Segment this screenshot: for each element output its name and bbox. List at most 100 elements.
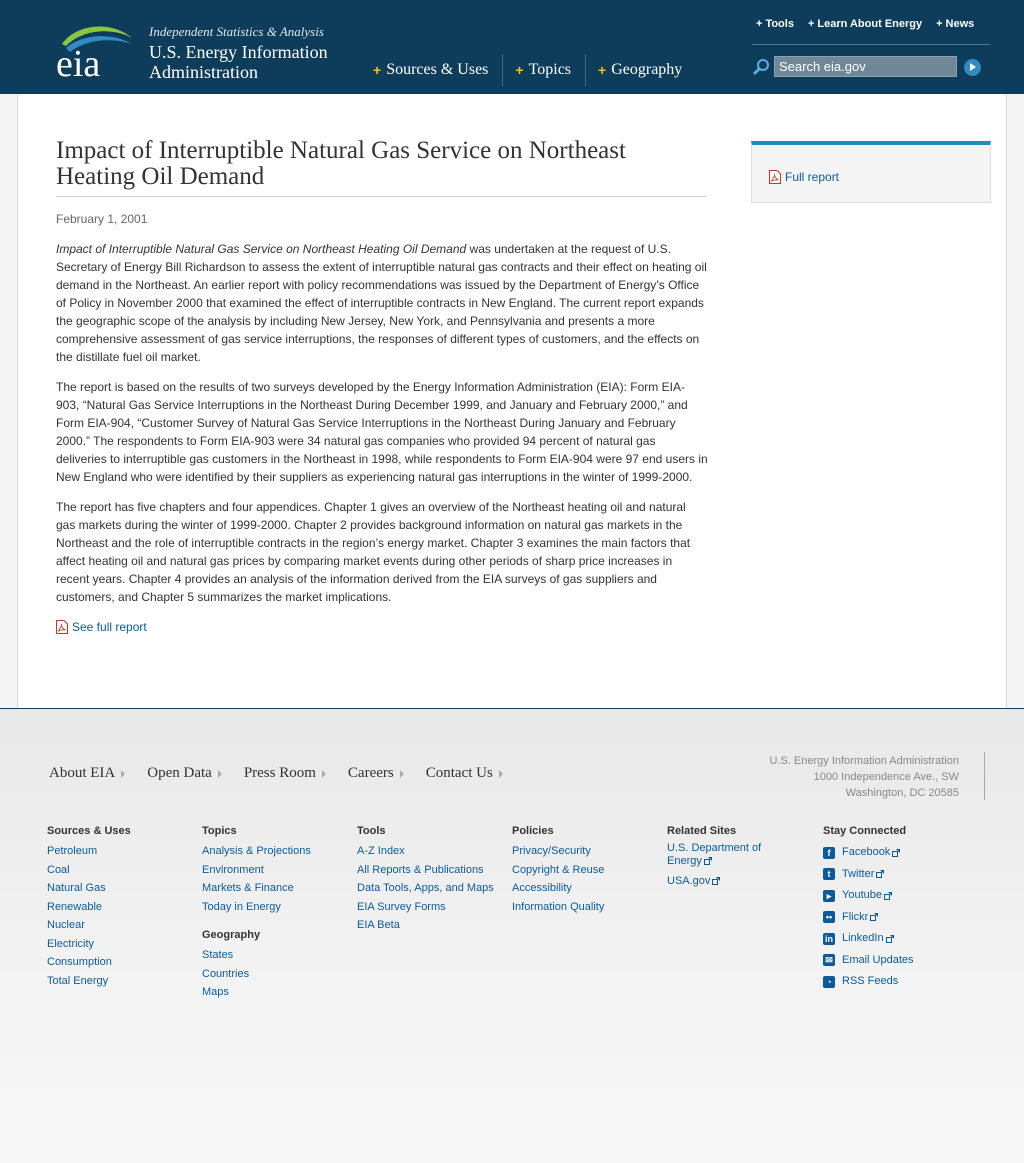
- footer-nav-about[interactable]: About EIA: [49, 765, 126, 782]
- footer-link-survey-forms[interactable]: EIA Survey Forms: [357, 898, 507, 917]
- report-title-italic: Impact of Interruptible Natural Gas Serv…: [56, 242, 467, 256]
- footer-link-copyright[interactable]: Copyright & Reuse: [512, 861, 662, 880]
- linkedin-icon: in: [823, 932, 835, 945]
- nav-topics[interactable]: + Topics: [503, 54, 587, 86]
- plus-icon: +: [373, 62, 382, 78]
- footer-link-flickr[interactable]: •• Flickr: [823, 907, 973, 929]
- plus-icon: +: [598, 62, 607, 78]
- site-footer: About EIA Open Data Press Room Careers C…: [0, 709, 1024, 1163]
- site-title[interactable]: Independent Statistics & Analysis U.S. E…: [149, 24, 328, 82]
- footer-link-accessibility[interactable]: Accessibility: [512, 879, 662, 898]
- full-report-link[interactable]: Full report: [769, 170, 839, 184]
- footer-link-doe[interactable]: U.S. Department of Energy: [667, 842, 787, 868]
- footer-link-petroleum[interactable]: Petroleum: [47, 842, 197, 861]
- external-link-icon: [892, 848, 901, 857]
- util-tools[interactable]: + Tools: [756, 18, 794, 30]
- pdf-icon: [769, 170, 781, 184]
- footer-nav-contact[interactable]: Contact Us: [426, 765, 503, 782]
- footer-col-heading: Stay Connected: [823, 825, 907, 837]
- footer-link-rss[interactable]: ◔ RSS Feeds: [823, 971, 973, 993]
- footer-col-heading: Topics: [202, 825, 237, 837]
- see-full-report-link[interactable]: See full report: [56, 618, 708, 636]
- footer-link-states[interactable]: States: [202, 946, 352, 965]
- nav-geography[interactable]: + Geography: [586, 54, 696, 86]
- footer-link-eia-beta[interactable]: EIA Beta: [357, 916, 507, 935]
- footer-col-sources: Sources & Uses Petroleum Coal Natural Ga…: [47, 824, 197, 990]
- utility-nav: + Tools + Learn About Energy + News: [756, 18, 974, 30]
- footer-col-heading: Related Sites: [667, 825, 737, 837]
- footer-nav-open-data[interactable]: Open Data: [147, 765, 222, 782]
- footer-col-tools: Tools A-Z Index All Reports & Publicatio…: [357, 824, 507, 935]
- main-nav: + Sources & Uses + Topics + Geography: [361, 54, 696, 86]
- external-link-icon: [883, 891, 892, 900]
- org-name-line1: U.S. Energy Information: [149, 42, 328, 62]
- arrow-right-icon: [321, 769, 326, 778]
- footer-link-renewable[interactable]: Renewable: [47, 898, 197, 917]
- footer-link-az-index[interactable]: A-Z Index: [357, 842, 507, 861]
- paragraph-chapters: The report has five chapters and four ap…: [56, 500, 691, 604]
- footer-link-environment[interactable]: Environment: [202, 861, 352, 880]
- footer-link-all-reports[interactable]: All Reports & Publications: [357, 861, 507, 880]
- search-input[interactable]: [774, 56, 957, 77]
- title-divider: [56, 196, 706, 197]
- footer-link-coal[interactable]: Coal: [47, 861, 197, 880]
- footer-col-heading: Tools: [357, 825, 386, 837]
- facebook-icon: f: [823, 846, 835, 859]
- footer-link-columns: Sources & Uses Petroleum Coal Natural Ga…: [47, 824, 977, 1024]
- footer-link-youtube[interactable]: ▸ Youtube: [823, 885, 973, 907]
- search-icon: [752, 59, 769, 76]
- footer-link-privacy[interactable]: Privacy/Security: [512, 842, 662, 861]
- content-panel: Impact of Interruptible Natural Gas Serv…: [17, 94, 1007, 708]
- footer-col-policies: Policies Privacy/Security Copyright & Re…: [512, 824, 662, 916]
- footer-link-electricity[interactable]: Electricity: [47, 935, 197, 954]
- svg-text:eia: eia: [56, 43, 100, 80]
- external-link-icon: [712, 877, 721, 886]
- footer-link-today-in-energy[interactable]: Today in Energy: [202, 898, 352, 917]
- plus-icon: +: [756, 18, 763, 30]
- plus-icon: +: [515, 62, 524, 78]
- paragraph-surveys: The report is based on the results of tw…: [56, 380, 708, 484]
- arrow-right-icon: [217, 769, 222, 778]
- util-learn-about-energy[interactable]: + Learn About Energy: [808, 18, 922, 30]
- eia-logo[interactable]: eia: [56, 22, 136, 80]
- nav-sources-uses[interactable]: + Sources & Uses: [361, 54, 504, 86]
- search-submit-button[interactable]: [964, 59, 981, 76]
- org-name-line2: Administration: [149, 62, 258, 82]
- footer-link-total-energy[interactable]: Total Energy: [47, 972, 197, 991]
- paragraph-intro: Impact of Interruptible Natural Gas Serv…: [56, 242, 707, 364]
- external-link-icon: [703, 857, 712, 866]
- footer-link-twitter[interactable]: t Twitter: [823, 864, 973, 886]
- footer-link-information-quality[interactable]: Information Quality: [512, 898, 662, 917]
- footer-link-maps[interactable]: Maps: [202, 983, 352, 1002]
- footer-nav-press-room[interactable]: Press Room: [244, 765, 326, 782]
- footer-link-markets[interactable]: Markets & Finance: [202, 879, 352, 898]
- footer-link-countries[interactable]: Countries: [202, 965, 352, 984]
- util-news[interactable]: + News: [936, 18, 974, 30]
- footer-link-usa-gov[interactable]: USA.gov: [667, 872, 787, 891]
- plus-icon: +: [807, 18, 815, 30]
- arrow-right-icon: [498, 769, 503, 778]
- external-link-icon: [870, 913, 879, 922]
- footer-nav: About EIA Open Data Press Room Careers C…: [49, 765, 525, 782]
- arrow-right-icon: [121, 769, 126, 778]
- footer-link-linkedin[interactable]: in LinkedIn: [823, 928, 973, 950]
- footer-link-analysis[interactable]: Analysis & Projections: [202, 842, 352, 861]
- arrow-right-icon: [399, 769, 404, 778]
- page-title: Impact of Interruptible Natural Gas Serv…: [56, 137, 626, 190]
- external-link-icon: [876, 870, 885, 879]
- email-icon: ✉: [823, 954, 835, 967]
- pdf-icon: [56, 620, 68, 634]
- footer-link-data-tools[interactable]: Data Tools, Apps, and Maps: [357, 879, 507, 898]
- divider: [984, 752, 985, 800]
- footer-link-consumption[interactable]: Consumption: [47, 953, 197, 972]
- rss-icon: ◔: [823, 975, 835, 988]
- footer-link-nuclear[interactable]: Nuclear: [47, 916, 197, 935]
- footer-link-email-updates[interactable]: ✉ Email Updates: [823, 950, 973, 972]
- footer-col-related: Related Sites U.S. Department of Energy …: [667, 824, 787, 891]
- footer-link-facebook[interactable]: f Facebook: [823, 842, 973, 864]
- footer-link-natural-gas[interactable]: Natural Gas: [47, 879, 197, 898]
- site-header: eia Independent Statistics & Analysis U.…: [0, 0, 1024, 94]
- footer-nav-careers[interactable]: Careers: [348, 765, 404, 782]
- footer-col-topics: Topics Analysis & Projections Environmen…: [202, 824, 352, 1002]
- mailing-address: U.S. Energy Information Administration 1…: [769, 755, 959, 799]
